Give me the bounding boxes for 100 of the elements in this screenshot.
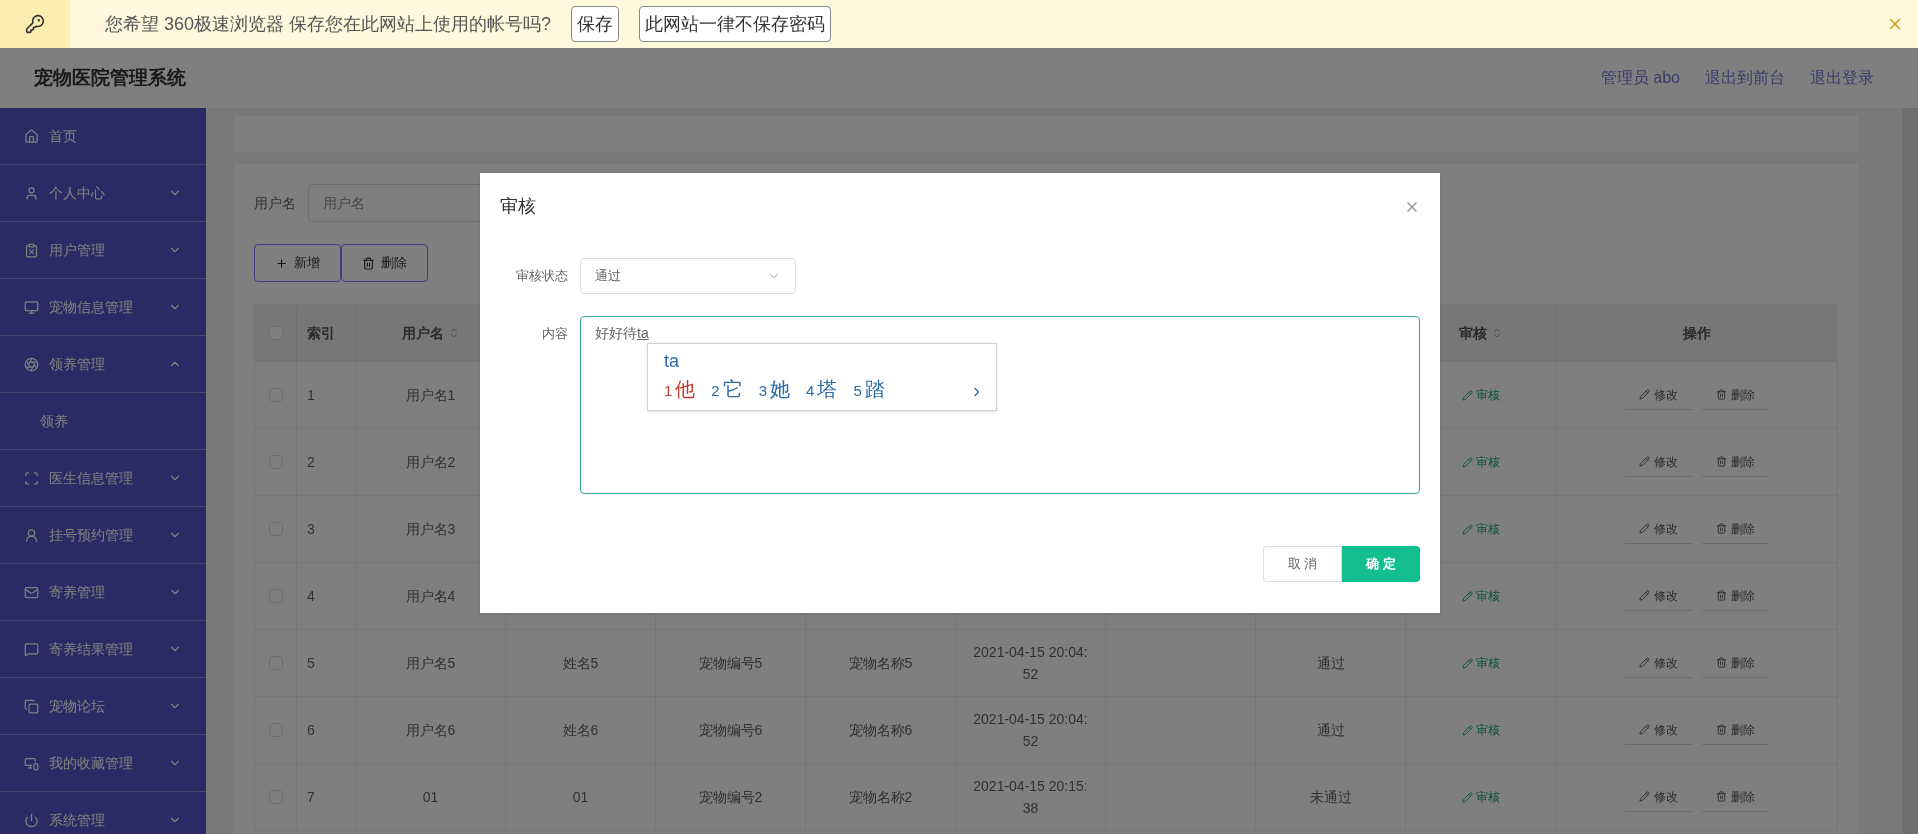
status-select[interactable]: 通过 bbox=[580, 258, 796, 294]
edit-button[interactable]: 修改 bbox=[1624, 380, 1692, 410]
table-cell-text: 宠物编号5 bbox=[698, 654, 763, 673]
menu-icon bbox=[24, 698, 39, 714]
row-delete-button[interactable]: 删除 bbox=[1701, 715, 1769, 745]
trash-icon bbox=[1715, 389, 1727, 400]
review-link[interactable]: 审核 bbox=[1461, 721, 1500, 739]
bar-button[interactable]: 保存 bbox=[571, 6, 620, 42]
trash-icon bbox=[1715, 657, 1727, 668]
menu-icon bbox=[24, 527, 39, 543]
header-link[interactable]: 退出登录 bbox=[1810, 66, 1874, 90]
review-link[interactable]: 审核 bbox=[1461, 453, 1500, 471]
table-cell-text: 01 bbox=[422, 788, 439, 807]
pencil-icon bbox=[1461, 791, 1473, 803]
header-link[interactable]: 管理员 abo bbox=[1600, 66, 1680, 90]
menu-icon bbox=[24, 299, 39, 315]
table-cell-text: 2021-04-15 20:04:52 bbox=[972, 643, 1089, 684]
cancel-button[interactable]: 取 消 bbox=[1262, 546, 1343, 582]
pencil-icon bbox=[1461, 590, 1473, 602]
search-label: 用户名 bbox=[254, 193, 296, 213]
edit-button[interactable]: 修改 bbox=[1624, 648, 1692, 678]
next-page-arrow[interactable]: › bbox=[973, 376, 980, 404]
table-cell-text: 2 bbox=[307, 452, 315, 472]
delete-button[interactable]: 删除 bbox=[341, 244, 428, 282]
pencil-icon bbox=[1461, 724, 1473, 736]
pencil-icon bbox=[1461, 456, 1473, 468]
pencil-icon bbox=[1461, 389, 1473, 401]
ime-candidate[interactable]: 4塔 bbox=[806, 375, 838, 405]
table-cell-text: 宠物名称6 bbox=[848, 721, 913, 740]
edit-button[interactable]: 修改 bbox=[1624, 447, 1692, 477]
menu-icon bbox=[24, 356, 39, 372]
ime-candidate[interactable]: 5踏 bbox=[853, 375, 885, 405]
pencil-icon bbox=[1638, 590, 1650, 601]
table-cell-text: 4 bbox=[307, 586, 315, 606]
row-delete-button[interactable]: 删除 bbox=[1701, 648, 1769, 678]
menu-icon bbox=[24, 470, 39, 486]
table-cell-text: 2021-04-15 20:04:52 bbox=[972, 710, 1089, 751]
key-icon bbox=[25, 14, 45, 34]
edit-button[interactable]: 修改 bbox=[1624, 782, 1692, 812]
table-cell-text: 7 bbox=[307, 787, 315, 807]
table-cell-text: 6 bbox=[307, 720, 315, 740]
row-delete-button[interactable]: 删除 bbox=[1701, 447, 1769, 477]
table-cell-text: 通过 bbox=[1316, 721, 1345, 740]
ime-candidate[interactable]: 1他 bbox=[664, 375, 696, 405]
ime-candidate[interactable]: 3她 bbox=[758, 375, 791, 405]
column-header: 审核 bbox=[1458, 323, 1487, 343]
menu-icon bbox=[24, 185, 39, 201]
table-cell-text: 宠物名称5 bbox=[848, 654, 913, 673]
trash-icon bbox=[1715, 590, 1727, 601]
menu-icon bbox=[24, 128, 39, 144]
review-link[interactable]: 审核 bbox=[1461, 654, 1500, 672]
review-link[interactable]: 审核 bbox=[1461, 520, 1500, 538]
pencil-icon bbox=[1638, 724, 1650, 735]
confirm-button[interactable]: 确 定 bbox=[1342, 546, 1420, 582]
save-password-message: 您希望 360极速浏览器 保存您在此网站上使用的帐号吗? bbox=[105, 12, 552, 36]
edit-button[interactable]: 修改 bbox=[1624, 715, 1692, 745]
row-delete-button[interactable]: 删除 bbox=[1701, 514, 1769, 544]
menu-icon bbox=[24, 242, 39, 258]
table-cell-text: 3 bbox=[307, 519, 315, 539]
table-cell-text: 1 bbox=[307, 385, 315, 405]
table-cell-text: 01 bbox=[572, 788, 589, 807]
table-cell-text: 5 bbox=[307, 653, 315, 673]
table-cell-text: 宠物编号6 bbox=[698, 721, 763, 740]
header-link[interactable]: 退出到前台 bbox=[1705, 66, 1785, 90]
field-label: 内容 bbox=[541, 325, 569, 343]
table-cell-text: 宠物名称2 bbox=[848, 788, 913, 807]
edit-button[interactable]: 修改 bbox=[1624, 514, 1692, 544]
menu-icon bbox=[24, 755, 39, 771]
trash-icon bbox=[1715, 456, 1727, 467]
pencil-icon bbox=[1461, 523, 1473, 535]
menu-icon bbox=[24, 812, 39, 828]
row-delete-button[interactable]: 删除 bbox=[1701, 581, 1769, 611]
trash-icon bbox=[1715, 724, 1727, 735]
trash-icon bbox=[362, 256, 375, 270]
pencil-icon bbox=[1638, 657, 1650, 668]
plus-icon bbox=[275, 256, 288, 270]
content-textarea[interactable]: 好好待ta ta 1他 2 它 3她 4塔 5踏 › bbox=[580, 316, 1420, 494]
ime-input-text: ta bbox=[664, 350, 680, 373]
ime-candidate[interactable]: 2 它 bbox=[711, 375, 743, 405]
column-header: 用户名 bbox=[401, 323, 444, 343]
field-label: 审核状态 bbox=[515, 267, 569, 286]
review-link[interactable]: 审核 bbox=[1461, 788, 1500, 806]
row-delete-button[interactable]: 删除 bbox=[1701, 782, 1769, 812]
menu-icon bbox=[24, 641, 39, 657]
trash-icon bbox=[1715, 523, 1727, 534]
pencil-icon bbox=[1638, 791, 1650, 802]
add-button[interactable]: 新增 bbox=[254, 244, 341, 282]
review-link[interactable]: 审核 bbox=[1461, 587, 1500, 605]
pencil-icon bbox=[1638, 523, 1650, 534]
pencil-icon bbox=[1638, 456, 1650, 467]
bar-button[interactable]: 此网站一律不保存密码 bbox=[639, 6, 832, 42]
table-cell-text: 2021-04-15 20:15:38 bbox=[972, 777, 1089, 818]
row-delete-button[interactable]: 删除 bbox=[1701, 380, 1769, 410]
table-cell-text: 姓名5 bbox=[562, 654, 599, 673]
table-cell-text: 通过 bbox=[1316, 654, 1345, 673]
table-cell-text: 姓名6 bbox=[562, 721, 599, 740]
edit-button[interactable]: 修改 bbox=[1624, 581, 1692, 611]
review-link[interactable]: 审核 bbox=[1461, 386, 1500, 404]
table-cell-text: 用户名5 bbox=[405, 654, 456, 673]
menu-icon bbox=[24, 584, 39, 600]
